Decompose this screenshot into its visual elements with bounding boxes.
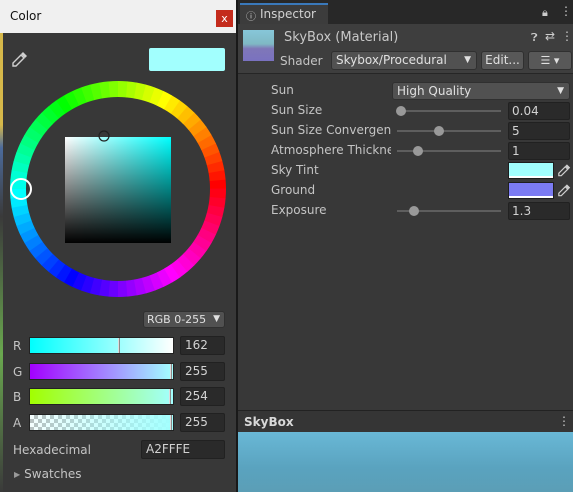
chevron-right-icon: ▶ — [14, 470, 21, 479]
slider-thumb[interactable] — [433, 126, 444, 136]
channel-slider-b[interactable] — [29, 388, 174, 405]
slider-thumb[interactable] — [412, 146, 423, 156]
slider-thumb[interactable] — [169, 389, 171, 404]
channel-slider-g[interactable] — [29, 363, 174, 380]
channel-field-r[interactable]: 162 — [180, 336, 225, 355]
channel-field-a[interactable]: 255 — [180, 413, 225, 432]
eyedropper-icon[interactable] — [558, 163, 571, 177]
shader-label: Shader — [280, 54, 323, 68]
skybox-preview-image[interactable] — [238, 432, 573, 492]
sun-convergence-slider[interactable] — [397, 130, 501, 132]
edit-shader-button[interactable]: Edit... — [481, 51, 524, 70]
property-exposure: Exposure 1.3 — [238, 201, 573, 221]
eyedropper-icon[interactable] — [12, 51, 28, 67]
channel-row-a: A 255 — [0, 413, 236, 433]
shader-options-button[interactable]: ☰ ▾ — [528, 51, 572, 70]
channel-field-b[interactable]: 254 — [180, 387, 225, 406]
color-wheel[interactable] — [0, 70, 236, 308]
inspector-tabbar: ⓘ Inspector 🔒︎ ⋮ — [238, 0, 573, 24]
inspector-panel: ⓘ Inspector 🔒︎ ⋮ SkyBox (Material) ❓︎ ⇄ … — [238, 0, 573, 410]
color-window-title: Color — [10, 9, 42, 23]
sky-tint-color-field[interactable] — [508, 162, 554, 179]
eyedropper-icon[interactable] — [558, 183, 571, 197]
property-sky-tint: Sky Tint — [238, 161, 573, 181]
sun-dropdown[interactable]: High Quality ▼ — [392, 82, 570, 100]
help-icon[interactable]: ❓︎ — [531, 31, 538, 45]
hex-field[interactable]: A2FFFE — [141, 440, 225, 459]
channel-slider-r[interactable] — [29, 337, 174, 354]
hue-ring-segment[interactable] — [117, 81, 128, 98]
property-atmosphere-thickness: Atmosphere Thickness 1 — [238, 141, 573, 161]
preview-title: SkyBox — [244, 415, 294, 429]
sun-size-slider[interactable] — [397, 110, 501, 112]
property-label: Atmosphere Thickness — [271, 143, 391, 157]
slider-thumb[interactable] — [170, 415, 172, 430]
property-sun-size: Sun Size 0.04 — [238, 101, 573, 121]
hue-ring-segment[interactable] — [209, 188, 227, 199]
color-window-titlebar[interactable]: Color x — [0, 0, 236, 33]
shader-dropdown[interactable]: Skybox/Procedural ▼ — [331, 51, 477, 70]
material-name: SkyBox (Material) — [284, 30, 399, 45]
channel-row-g: G 255 — [0, 362, 236, 382]
slider-thumb[interactable] — [118, 338, 120, 353]
chevron-down-icon: ▼ — [213, 314, 220, 324]
color-picker-window: Color x RGB 0-255 ▼ R 162 G 255 B 254 A … — [0, 0, 236, 492]
tab-inspector[interactable]: ⓘ Inspector — [240, 3, 328, 24]
hue-ring-segment[interactable] — [108, 280, 119, 297]
slider-thumb[interactable] — [170, 364, 172, 379]
kebab-menu-icon[interactable]: ⋮ — [561, 29, 573, 43]
property-sun-size-convergence: Sun Size Convergence 5 — [238, 121, 573, 141]
color-mode-dropdown[interactable]: RGB 0-255 ▼ — [143, 311, 225, 328]
property-label: Sun — [271, 83, 294, 97]
current-color-swatch — [149, 48, 225, 71]
chevron-down-icon: ▼ — [557, 86, 564, 96]
lock-icon[interactable]: 🔒︎ — [542, 6, 548, 20]
property-label: Ground — [271, 183, 316, 197]
sun-convergence-field[interactable]: 5 — [508, 122, 570, 140]
property-label: Sun Size — [271, 103, 323, 117]
channel-row-b: B 254 — [0, 387, 236, 407]
property-ground: Ground — [238, 181, 573, 201]
property-label: Sun Size Convergence — [271, 123, 391, 137]
property-label: Sky Tint — [271, 163, 319, 177]
property-sun: Sun High Quality ▼ — [238, 81, 573, 101]
property-label: Exposure — [271, 203, 327, 217]
kebab-menu-icon[interactable]: ⋮ — [558, 414, 570, 428]
channel-row-r: R 162 — [0, 336, 236, 356]
chevron-down-icon: ▼ — [464, 55, 471, 65]
swatches-foldout[interactable]: ▶ Swatches — [14, 467, 81, 481]
material-thumbnail — [243, 30, 274, 61]
channel-slider-a[interactable] — [29, 414, 174, 431]
ground-color-field[interactable] — [508, 182, 554, 199]
sun-size-field[interactable]: 0.04 — [508, 102, 570, 120]
channel-field-g[interactable]: 255 — [180, 362, 225, 381]
hex-label: Hexadecimal — [13, 443, 91, 457]
atmosphere-field[interactable]: 1 — [508, 142, 570, 160]
preview-header: SkyBox ⋮ — [238, 410, 573, 432]
slider-thumb[interactable] — [408, 206, 419, 216]
material-header: SkyBox (Material) ❓︎ ⇄ ⋮ Shader Skybox/P… — [238, 24, 573, 74]
kebab-menu-icon[interactable]: ⋮ — [560, 4, 572, 18]
slider-thumb[interactable] — [396, 106, 407, 116]
preview-panel: SkyBox ⋮ — [238, 410, 573, 492]
preset-icon[interactable]: ⇄ — [545, 29, 555, 43]
close-button[interactable]: x — [216, 10, 233, 27]
exposure-field[interactable]: 1.3 — [508, 202, 570, 220]
